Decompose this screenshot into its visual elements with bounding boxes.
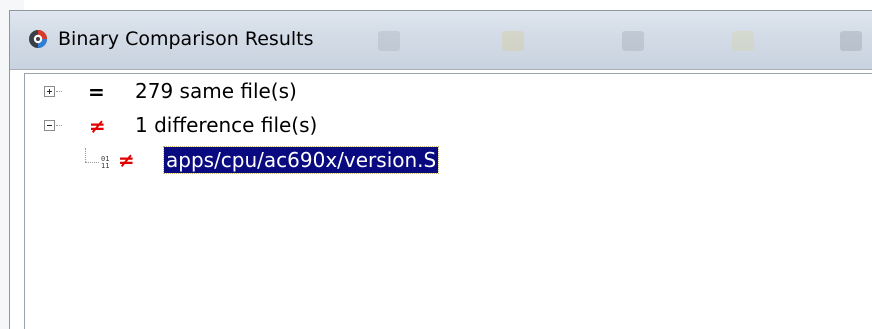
screen: Binary Comparison Results = 279 same fil… — [0, 0, 872, 329]
collapse-toggle-difference-files[interactable] — [44, 120, 55, 131]
comparison-tree[interactable]: = 279 same file(s) ≠ 1 difference file(s… — [24, 73, 872, 329]
tree-connector — [56, 125, 62, 126]
binary-icon-bottom-digits: 11 — [101, 162, 110, 170]
difference-symbol-icon: ≠ — [89, 114, 106, 138]
tree-connector — [85, 162, 99, 163]
compare-app-icon — [29, 30, 47, 48]
difference-symbol-icon: ≠ — [118, 148, 135, 172]
window-title: Binary Comparison Results — [58, 28, 314, 50]
background-toolbar-icon — [378, 31, 400, 51]
background-toolbar-icon — [622, 31, 644, 51]
binary-file-icon: 01 11 — [101, 156, 109, 170]
tree-connector — [85, 148, 86, 162]
tree-item-same-files[interactable]: 279 same file(s) — [135, 79, 297, 103]
binary-comparison-window: Binary Comparison Results = 279 same fil… — [9, 10, 872, 329]
expand-toggle-same-files[interactable] — [44, 86, 55, 97]
tree-item-version-file[interactable]: apps/cpu/ac690x/version.S — [162, 146, 440, 174]
tree-connector — [56, 91, 62, 92]
same-symbol-icon: = — [88, 80, 105, 104]
background-toolbar-icon — [732, 31, 754, 51]
tree-item-difference-files[interactable]: 1 difference file(s) — [135, 113, 317, 137]
background-toolbar-icon — [840, 31, 862, 51]
title-bar[interactable]: Binary Comparison Results — [10, 11, 872, 70]
background-toolbar-icon — [502, 31, 524, 51]
